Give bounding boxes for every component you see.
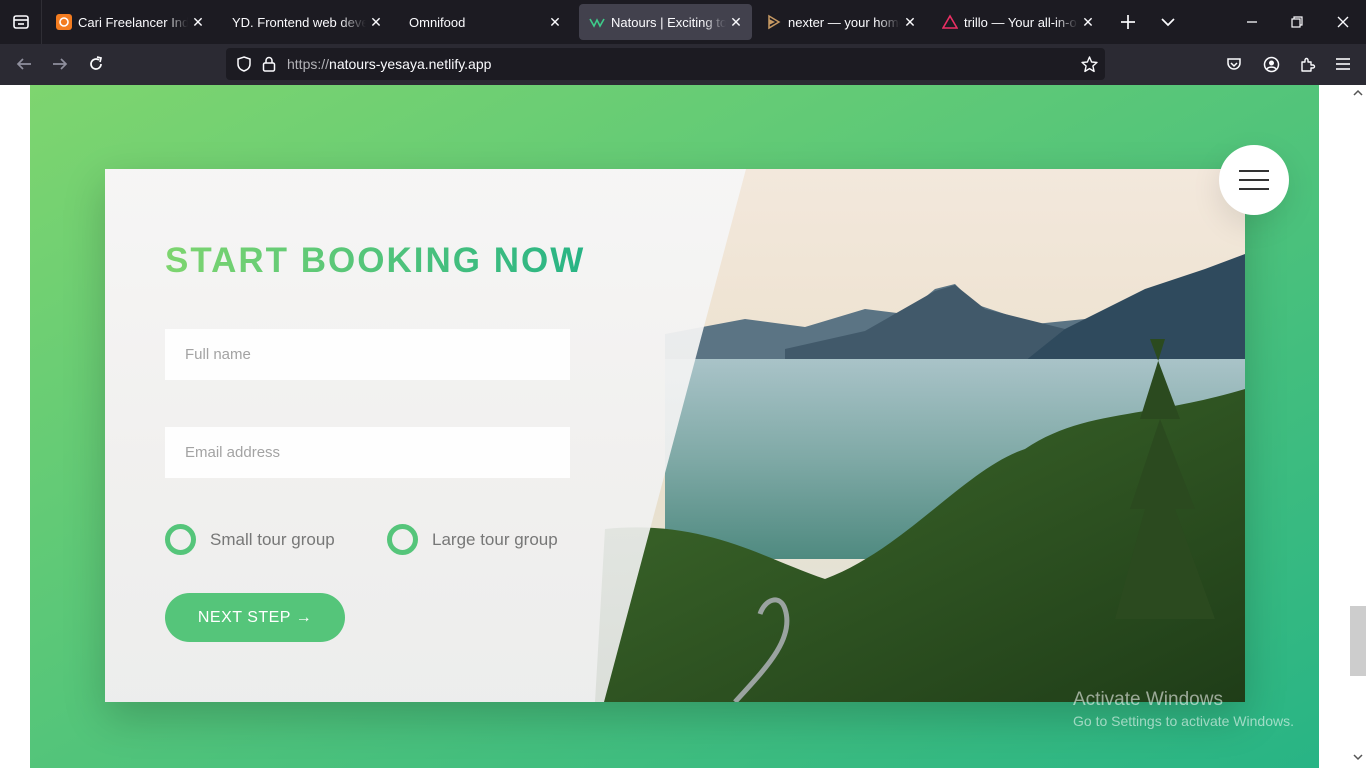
scroll-up-arrow-icon[interactable] bbox=[1353, 89, 1363, 97]
hamburger-line bbox=[1239, 179, 1269, 181]
firefox-view-icon bbox=[12, 15, 29, 29]
firefox-view-button[interactable] bbox=[0, 0, 42, 44]
close-icon bbox=[1337, 16, 1349, 28]
close-icon[interactable]: ✕ bbox=[545, 12, 565, 32]
next-step-button[interactable]: NEXT STEP → bbox=[165, 593, 345, 642]
account-icon bbox=[1263, 56, 1279, 72]
nexter-icon bbox=[766, 14, 782, 30]
radio-button[interactable] bbox=[165, 524, 196, 555]
star-icon bbox=[1080, 55, 1098, 72]
tab-omnifood[interactable]: Omnifood ✕ bbox=[399, 4, 571, 40]
extensions-button[interactable] bbox=[1293, 50, 1321, 78]
url-text[interactable]: https://natours-yesaya.netlify.app bbox=[287, 56, 491, 72]
new-tab-button[interactable] bbox=[1114, 8, 1142, 36]
tab-title: Natours | Exciting tours bbox=[611, 14, 726, 30]
booking-heading: START BOOKING NOW bbox=[165, 241, 586, 280]
tab-title: Omnifood bbox=[409, 14, 466, 30]
tab-title: trillo — Your all-in-one bbox=[964, 14, 1078, 30]
reload-button[interactable] bbox=[82, 50, 110, 78]
pocket-icon bbox=[1227, 58, 1241, 70]
radio-label: Large tour group bbox=[432, 529, 558, 549]
pocket-button[interactable] bbox=[1220, 50, 1248, 78]
arrow-left-icon bbox=[16, 58, 31, 70]
tab-bar: Cari Freelancer Indonesia ✕ YD. Frontend… bbox=[0, 0, 1366, 44]
tab-title: Cari Freelancer Indonesia bbox=[78, 14, 188, 30]
close-window-button[interactable] bbox=[1329, 8, 1357, 36]
shield-icon bbox=[237, 56, 251, 72]
email-input[interactable] bbox=[165, 427, 570, 478]
radio-label: Small tour group bbox=[210, 529, 335, 549]
tab-title: nexter — your home, your bbox=[788, 14, 900, 30]
radio-button[interactable] bbox=[387, 524, 418, 555]
close-icon[interactable]: ✕ bbox=[726, 12, 746, 32]
scrollbar-thumb[interactable] bbox=[1350, 606, 1366, 676]
restore-button[interactable] bbox=[1283, 8, 1311, 36]
tab-nexter[interactable]: nexter — your home, your ✕ bbox=[756, 4, 926, 40]
chevron-down-icon bbox=[1161, 18, 1175, 27]
hamburger-line bbox=[1239, 170, 1269, 172]
site-security-button[interactable] bbox=[258, 52, 280, 76]
navigation-menu-button[interactable] bbox=[1219, 145, 1289, 215]
close-icon[interactable]: ✕ bbox=[900, 12, 920, 32]
url-scheme: https:// bbox=[287, 56, 330, 72]
minimize-icon bbox=[1247, 21, 1257, 23]
close-icon[interactable]: ✕ bbox=[366, 12, 386, 32]
restore-icon bbox=[1291, 16, 1303, 28]
radio-small-tour-group[interactable]: Small tour group bbox=[165, 524, 335, 555]
watermark-title: Activate Windows bbox=[1073, 689, 1223, 710]
tab-natours[interactable]: Natours | Exciting tours ✕ bbox=[579, 4, 752, 40]
plus-icon bbox=[1121, 15, 1135, 29]
tab-trillo[interactable]: trillo — Your all-in-one ✕ bbox=[932, 4, 1104, 40]
puzzle-icon bbox=[1300, 57, 1315, 72]
close-icon[interactable]: ✕ bbox=[1078, 12, 1098, 32]
tab-title: YD. Frontend web developer bbox=[232, 14, 366, 30]
tracking-protection-button[interactable] bbox=[232, 52, 256, 76]
watermark-subtitle: Go to Settings to activate Windows. bbox=[1073, 713, 1294, 729]
section-book: START BOOKING NOW Small tour group Large… bbox=[30, 85, 1319, 768]
list-all-tabs-button[interactable] bbox=[1154, 8, 1182, 36]
navigation-toolbar: https://natours-yesaya.netlify.app bbox=[0, 44, 1366, 85]
forward-button[interactable] bbox=[46, 50, 74, 78]
tab-cari-freelancer[interactable]: Cari Freelancer Indonesia ✕ bbox=[46, 4, 214, 40]
trillo-icon bbox=[942, 14, 958, 30]
reload-icon bbox=[90, 56, 103, 70]
hamburger-menu-icon bbox=[1336, 58, 1350, 70]
natours-icon bbox=[589, 14, 605, 30]
back-button[interactable] bbox=[10, 50, 38, 78]
activate-windows-watermark: Activate Windows Go to Settings to activ… bbox=[1073, 689, 1294, 729]
address-bar[interactable]: https://natours-yesaya.netlify.app bbox=[226, 48, 1105, 80]
projects-orange-icon bbox=[56, 14, 72, 30]
page-viewport: START BOOKING NOW Small tour group Large… bbox=[0, 85, 1350, 768]
account-button[interactable] bbox=[1257, 50, 1285, 78]
close-icon[interactable]: ✕ bbox=[188, 12, 208, 32]
lock-icon bbox=[262, 56, 276, 72]
url-host: natours-yesaya.netlify.app bbox=[329, 56, 492, 72]
booking-card: START BOOKING NOW Small tour group Large… bbox=[105, 169, 1245, 702]
scroll-down-arrow-icon[interactable] bbox=[1353, 753, 1363, 761]
tab-yd-frontend[interactable]: YD. Frontend web developer ✕ bbox=[222, 4, 392, 40]
minimize-button[interactable] bbox=[1238, 8, 1266, 36]
arrow-right-icon bbox=[53, 58, 68, 70]
hamburger-line bbox=[1239, 188, 1269, 190]
bookmark-button[interactable] bbox=[1077, 52, 1101, 76]
radio-large-tour-group[interactable]: Large tour group bbox=[387, 524, 558, 555]
full-name-input[interactable] bbox=[165, 329, 570, 380]
app-menu-button[interactable] bbox=[1329, 50, 1357, 78]
